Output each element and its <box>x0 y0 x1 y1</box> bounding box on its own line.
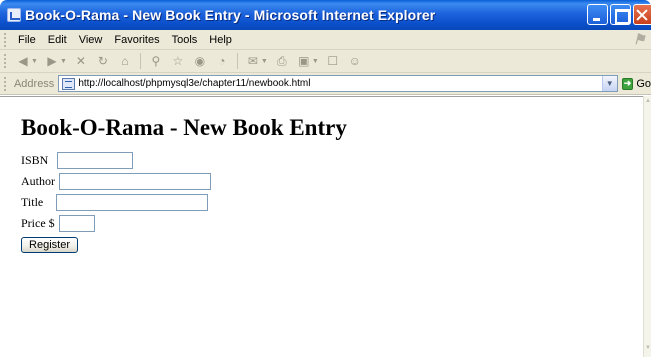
window-controls <box>587 4 651 25</box>
stop-icon[interactable]: ✕ <box>74 54 88 68</box>
search-icon[interactable]: ⚲ <box>149 54 163 68</box>
menu-help[interactable]: Help <box>203 34 238 46</box>
toolbar-grip[interactable] <box>4 32 7 47</box>
title-row: Title <box>21 194 209 211</box>
toolbar-separator <box>236 53 238 69</box>
menu-edit[interactable]: Edit <box>42 34 73 46</box>
window-title-bar[interactable]: Book-O-Rama - New Book Entry - Microsoft… <box>0 0 651 30</box>
isbn-input[interactable] <box>57 152 134 169</box>
menu-bar: File Edit View Favorites Tools Help ⚑ <box>0 30 651 50</box>
page-heading: Book-O-Rama - New Book Entry <box>21 115 347 140</box>
refresh-icon[interactable]: ↻ <box>96 54 110 68</box>
edit-icon[interactable]: ▣ <box>297 54 311 68</box>
windows-logo-icon: ⚑ <box>633 31 646 47</box>
menu-tools[interactable]: Tools <box>166 34 204 46</box>
media-icon[interactable]: ◉ <box>193 54 207 68</box>
address-input[interactable]: http://localhost/phpmysql3e/chapter11/ne… <box>58 75 618 92</box>
discuss-icon[interactable]: ☐ <box>326 54 340 68</box>
address-bar: Address http://localhost/phpmysql3e/chap… <box>0 73 651 95</box>
author-input[interactable] <box>59 173 211 190</box>
forward-icon[interactable]: ▶ <box>45 54 59 68</box>
register-button[interactable]: Register <box>21 237 78 253</box>
toolbar-separator <box>139 53 141 69</box>
back-icon[interactable]: ◀ <box>16 54 30 68</box>
title-label: Title <box>21 195 44 209</box>
go-button[interactable]: Go <box>636 78 651 90</box>
ie-page-icon <box>7 8 21 22</box>
menu-file[interactable]: File <box>12 34 42 46</box>
window-title: Book-O-Rama - New Book Entry - Microsoft… <box>25 7 436 23</box>
vertical-scrollbar[interactable]: ▲ ▼ <box>643 96 651 357</box>
history-icon[interactable]: ◔ <box>215 54 229 68</box>
toolbar-grip[interactable] <box>4 54 7 68</box>
minimize-button[interactable] <box>587 4 608 25</box>
home-icon[interactable]: ⌂ <box>118 54 132 68</box>
price-label: Price $ <box>21 216 55 230</box>
address-dropdown-icon[interactable]: ▼ <box>601 76 617 91</box>
isbn-label: ISBN <box>21 153 49 167</box>
menu-favorites[interactable]: Favorites <box>108 34 165 46</box>
menu-view[interactable]: View <box>73 34 109 46</box>
messenger-icon[interactable]: ☺ <box>348 54 362 68</box>
forward-dropdown-icon[interactable]: ▼ <box>60 58 67 65</box>
mail-dropdown-icon[interactable]: ▼ <box>261 58 268 65</box>
address-url[interactable]: http://localhost/phpmysql3e/chapter11/ne… <box>78 78 310 89</box>
favorites-star-icon[interactable]: ☆ <box>171 54 185 68</box>
price-input[interactable] <box>58 215 95 232</box>
page-icon <box>62 77 76 90</box>
address-label: Address <box>13 77 55 90</box>
maximize-button[interactable] <box>610 4 631 25</box>
toolbar-grip[interactable] <box>4 76 7 91</box>
close-button[interactable] <box>633 4 651 25</box>
scroll-down-icon[interactable]: ▼ <box>644 345 651 355</box>
author-label: Author <box>21 174 55 188</box>
scroll-up-icon[interactable]: ▲ <box>644 98 651 108</box>
standard-toolbar: ◀ ▼ ▶ ▼ ✕ ↻ ⌂ ⚲ ☆ ◉ ◔ ✉ ▼ ⎙ ▣ ▼ ☐ ☺ <box>0 50 651 73</box>
go-arrow-icon[interactable]: ➜ <box>621 77 634 90</box>
print-icon[interactable]: ⎙ <box>275 54 289 68</box>
author-row: Author <box>21 173 211 190</box>
back-dropdown-icon[interactable]: ▼ <box>31 58 38 65</box>
title-input[interactable] <box>56 194 209 211</box>
mail-icon[interactable]: ✉ <box>246 54 260 68</box>
price-row: Price $ <box>21 215 95 232</box>
edit-dropdown-icon[interactable]: ▼ <box>312 58 319 65</box>
isbn-row: ISBN <box>21 152 134 169</box>
